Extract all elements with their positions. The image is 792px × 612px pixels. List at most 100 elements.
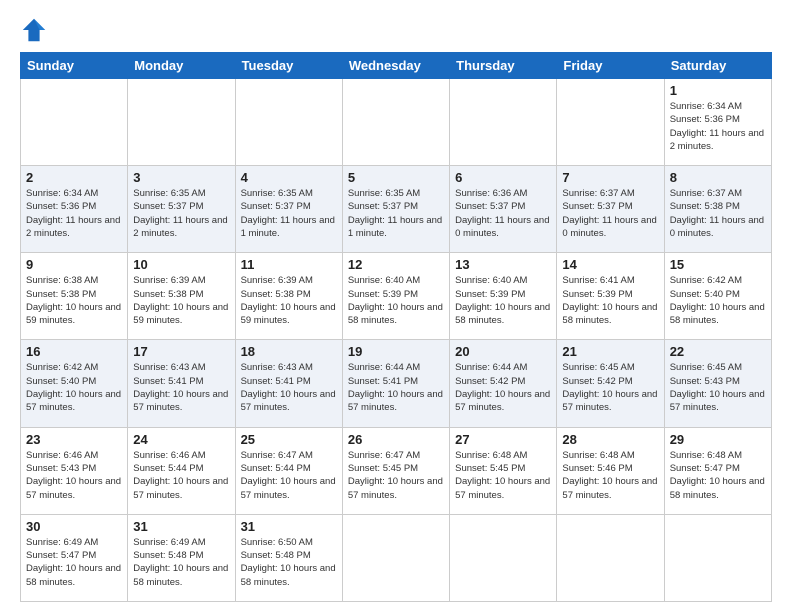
day-number: 6 [455,170,551,185]
week-row-1: 2 Sunrise: 6:34 AMSunset: 5:36 PMDaylight… [21,166,772,253]
day-number: 31 [241,519,337,534]
calendar-cell: 1Sunrise: 6:34 AMSunset: 5:36 PMDaylight… [664,79,771,166]
day-number: 2 [26,170,122,185]
calendar-cell [557,79,664,166]
cell-info: Sunrise: 6:50 AMSunset: 5:48 PMDaylight:… [241,536,337,589]
day-number: 10 [133,257,229,272]
header [20,16,772,44]
calendar-cell: 26 Sunrise: 6:47 AMSunset: 5:45 PMDayligh… [342,427,449,514]
cell-info: Sunrise: 6:48 AMSunset: 5:46 PMDaylight:… [562,449,658,502]
day-number: 14 [562,257,658,272]
cell-info: Sunrise: 6:41 AMSunset: 5:39 PMDaylight:… [562,274,658,327]
cell-info: Sunrise: 6:37 AMSunset: 5:37 PMDaylight:… [562,187,658,240]
day-header-thursday: Thursday [450,53,557,79]
cell-info: Sunrise: 6:43 AMSunset: 5:41 PMDaylight:… [241,361,337,414]
calendar-cell [450,514,557,601]
day-number: 26 [348,432,444,447]
cell-info: Sunrise: 6:46 AMSunset: 5:43 PMDaylight:… [26,449,122,502]
day-header-tuesday: Tuesday [235,53,342,79]
cell-info: Sunrise: 6:35 AMSunset: 5:37 PMDaylight:… [133,187,229,240]
cell-info: Sunrise: 6:39 AMSunset: 5:38 PMDaylight:… [241,274,337,327]
cell-info: Sunrise: 6:37 AMSunset: 5:38 PMDaylight:… [670,187,766,240]
cell-info: Sunrise: 6:40 AMSunset: 5:39 PMDaylight:… [348,274,444,327]
calendar-cell: 4 Sunrise: 6:35 AMSunset: 5:37 PMDaylight… [235,166,342,253]
calendar-cell [235,79,342,166]
cell-info: Sunrise: 6:43 AMSunset: 5:41 PMDaylight:… [133,361,229,414]
calendar-cell: 29 Sunrise: 6:48 AMSunset: 5:47 PMDayligh… [664,427,771,514]
week-row-3: 16 Sunrise: 6:42 AMSunset: 5:40 PMDayligh… [21,340,772,427]
day-number: 15 [670,257,766,272]
week-row-2: 9Sunrise: 6:38 AMSunset: 5:38 PMDaylight… [21,253,772,340]
cell-info: Sunrise: 6:44 AMSunset: 5:41 PMDaylight:… [348,361,444,414]
page: SundayMondayTuesdayWednesdayThursdayFrid… [0,0,792,612]
day-number: 8 [670,170,766,185]
calendar-cell: 28 Sunrise: 6:48 AMSunset: 5:46 PMDayligh… [557,427,664,514]
calendar-cell: 25Sunrise: 6:47 AMSunset: 5:44 PMDayligh… [235,427,342,514]
day-number: 24 [133,432,229,447]
cell-info: Sunrise: 6:45 AMSunset: 5:43 PMDaylight:… [670,361,766,414]
cell-info: Sunrise: 6:47 AMSunset: 5:44 PMDaylight:… [241,449,337,502]
calendar-cell: 6 Sunrise: 6:36 AMSunset: 5:37 PMDaylight… [450,166,557,253]
day-number: 16 [26,344,122,359]
cell-info: Sunrise: 6:36 AMSunset: 5:37 PMDaylight:… [455,187,551,240]
calendar-cell: 7 Sunrise: 6:37 AMSunset: 5:37 PMDaylight… [557,166,664,253]
calendar-cell: 15 Sunrise: 6:42 AMSunset: 5:40 PMDayligh… [664,253,771,340]
day-number: 3 [133,170,229,185]
day-number: 28 [562,432,658,447]
calendar-cell: 14 Sunrise: 6:41 AMSunset: 5:39 PMDayligh… [557,253,664,340]
cell-info: Sunrise: 6:38 AMSunset: 5:38 PMDaylight:… [26,274,122,327]
day-number: 30 [26,519,122,534]
day-number: 4 [241,170,337,185]
calendar-header-row: SundayMondayTuesdayWednesdayThursdayFrid… [21,53,772,79]
calendar-cell: 21Sunrise: 6:45 AMSunset: 5:42 PMDayligh… [557,340,664,427]
cell-info: Sunrise: 6:35 AMSunset: 5:37 PMDaylight:… [241,187,337,240]
day-number: 23 [26,432,122,447]
calendar-cell: 27 Sunrise: 6:48 AMSunset: 5:45 PMDayligh… [450,427,557,514]
calendar-cell: 22Sunrise: 6:45 AMSunset: 5:43 PMDayligh… [664,340,771,427]
logo-icon [20,16,48,44]
day-header-sunday: Sunday [21,53,128,79]
calendar-cell: 9Sunrise: 6:38 AMSunset: 5:38 PMDaylight… [21,253,128,340]
calendar-cell [342,79,449,166]
calendar-cell: 30 Sunrise: 6:49 AMSunset: 5:47 PMDayligh… [21,514,128,601]
calendar-cell: 24 Sunrise: 6:46 AMSunset: 5:44 PMDayligh… [128,427,235,514]
day-number: 13 [455,257,551,272]
day-number: 29 [670,432,766,447]
day-number: 27 [455,432,551,447]
cell-info: Sunrise: 6:44 AMSunset: 5:42 PMDaylight:… [455,361,551,414]
cell-info: Sunrise: 6:46 AMSunset: 5:44 PMDaylight:… [133,449,229,502]
cell-info: Sunrise: 6:42 AMSunset: 5:40 PMDaylight:… [26,361,122,414]
calendar-cell: 23 Sunrise: 6:46 AMSunset: 5:43 PMDayligh… [21,427,128,514]
cell-info: Sunrise: 6:48 AMSunset: 5:47 PMDaylight:… [670,449,766,502]
calendar-cell [557,514,664,601]
day-number: 7 [562,170,658,185]
cell-info: Sunrise: 6:34 AMSunset: 5:36 PMDaylight:… [26,187,122,240]
day-number: 20 [455,344,551,359]
day-header-monday: Monday [128,53,235,79]
day-number: 21 [562,344,658,359]
calendar-cell: 20 Sunrise: 6:44 AMSunset: 5:42 PMDayligh… [450,340,557,427]
day-header-saturday: Saturday [664,53,771,79]
calendar-cell: 11Sunrise: 6:39 AMSunset: 5:38 PMDayligh… [235,253,342,340]
calendar-cell: 31 Sunrise: 6:50 AMSunset: 5:48 PMDayligh… [235,514,342,601]
calendar-cell [21,79,128,166]
calendar-cell: 17Sunrise: 6:43 AMSunset: 5:41 PMDayligh… [128,340,235,427]
logo-area [20,16,52,44]
calendar-cell: 12 Sunrise: 6:40 AMSunset: 5:39 PMDayligh… [342,253,449,340]
calendar-cell [342,514,449,601]
cell-info: Sunrise: 6:42 AMSunset: 5:40 PMDaylight:… [670,274,766,327]
day-number: 12 [348,257,444,272]
week-row-0: 1Sunrise: 6:34 AMSunset: 5:36 PMDaylight… [21,79,772,166]
day-number: 19 [348,344,444,359]
day-header-friday: Friday [557,53,664,79]
cell-info: Sunrise: 6:48 AMSunset: 5:45 PMDaylight:… [455,449,551,502]
calendar-cell: 31Sunrise: 6:49 AMSunset: 5:48 PMDayligh… [128,514,235,601]
cell-info: Sunrise: 6:47 AMSunset: 5:45 PMDaylight:… [348,449,444,502]
cell-info: Sunrise: 6:35 AMSunset: 5:37 PMDaylight:… [348,187,444,240]
cell-info: Sunrise: 6:34 AMSunset: 5:36 PMDaylight:… [670,100,766,153]
calendar-cell: 3 Sunrise: 6:35 AMSunset: 5:37 PMDaylight… [128,166,235,253]
calendar-cell: 2 Sunrise: 6:34 AMSunset: 5:36 PMDaylight… [21,166,128,253]
cell-info: Sunrise: 6:49 AMSunset: 5:47 PMDaylight:… [26,536,122,589]
week-row-5: 30 Sunrise: 6:49 AMSunset: 5:47 PMDayligh… [21,514,772,601]
calendar-cell: 16 Sunrise: 6:42 AMSunset: 5:40 PMDayligh… [21,340,128,427]
